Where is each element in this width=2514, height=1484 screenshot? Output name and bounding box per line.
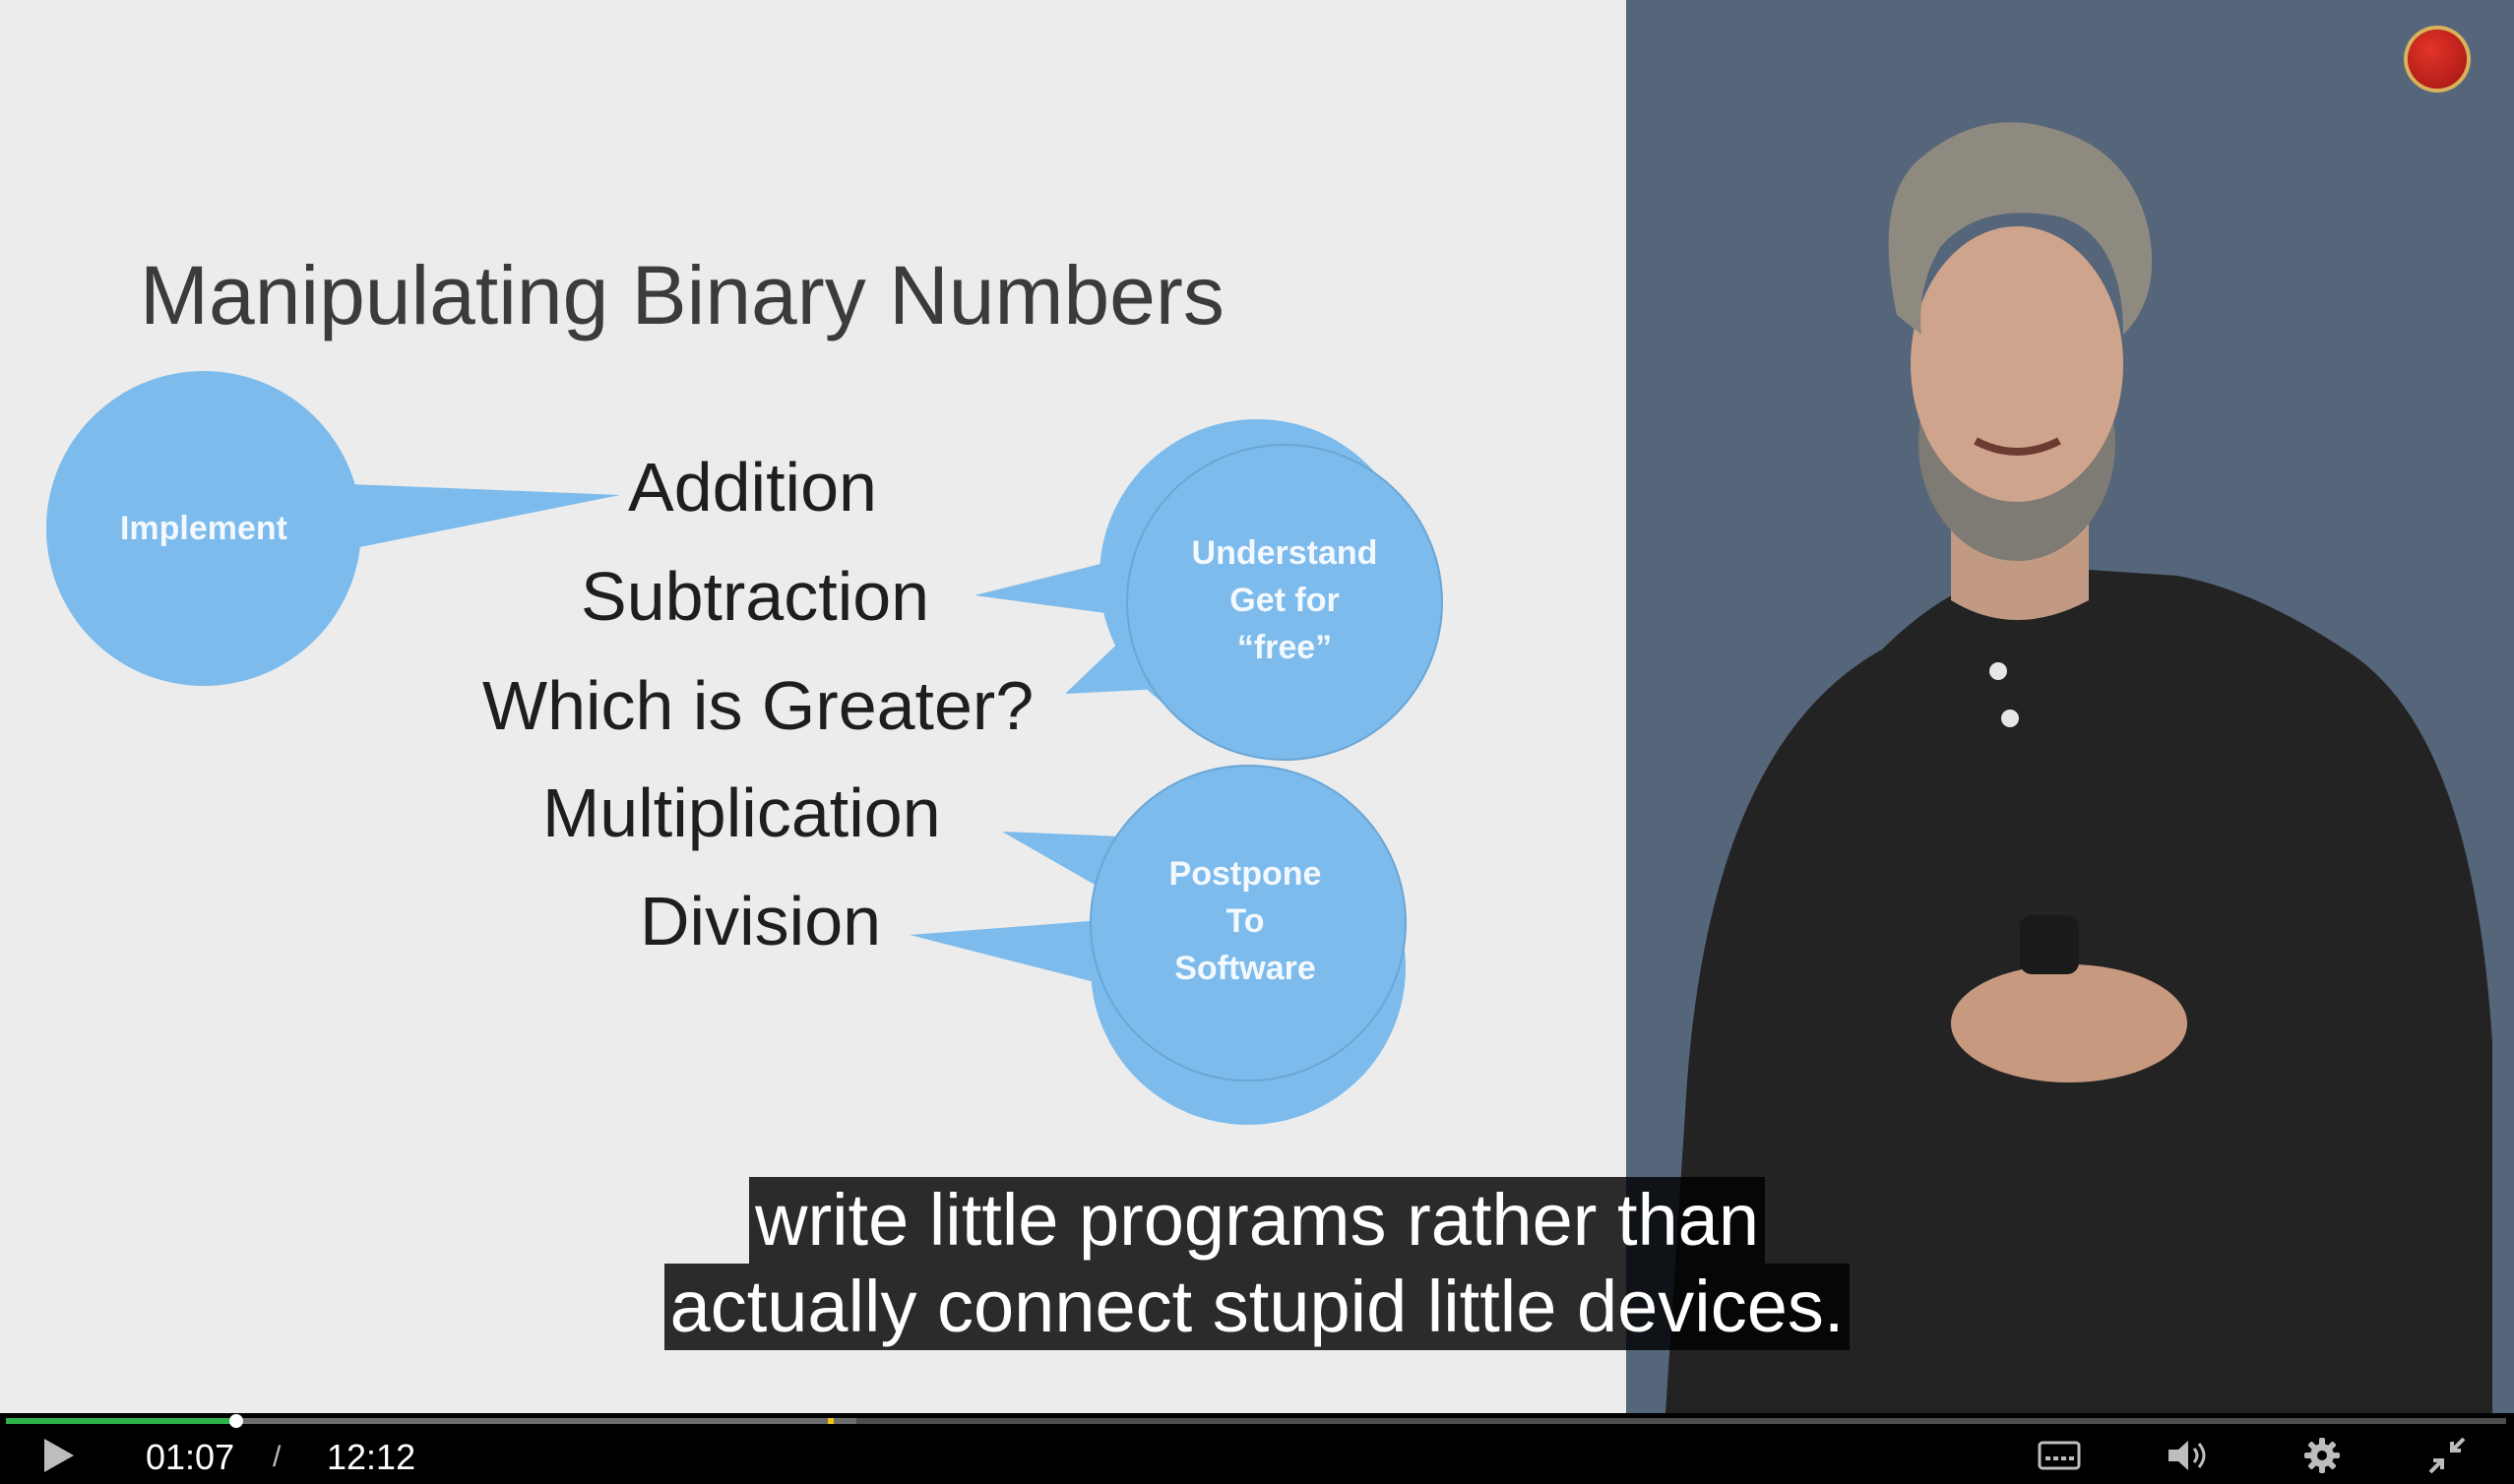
implement-bubble-tail: [349, 484, 620, 549]
operation-which-is-greater: Which is Greater?: [482, 667, 1035, 744]
postpone-label-line3: Software: [1174, 950, 1316, 987]
volume-icon: [2168, 1441, 2206, 1470]
slide-title: Manipulating Binary Numbers: [140, 249, 1225, 341]
play-button[interactable]: [30, 1433, 89, 1478]
captions-icon: [2038, 1441, 2081, 1470]
understand-label-line3: “free”: [1236, 629, 1333, 666]
duration: 12:12: [327, 1437, 416, 1477]
captions-button[interactable]: [2034, 1433, 2085, 1478]
operation-multiplication: Multiplication: [542, 774, 941, 851]
settings-icon: [2304, 1438, 2340, 1473]
understand-bubble-tail-top: [974, 556, 1142, 618]
channel-logo: [2408, 30, 2467, 89]
understand-bubble-label: Understand Get for “free”: [1127, 529, 1442, 671]
postpone-bubble-label: Postpone To Software: [1088, 850, 1403, 992]
time-separator: /: [273, 1441, 282, 1473]
play-icon: [44, 1439, 74, 1472]
volume-button[interactable]: [2164, 1433, 2215, 1478]
current-time: 01:07: [146, 1437, 235, 1477]
subtitle-line-1: write little programs rather than: [749, 1177, 1765, 1264]
progress-bar[interactable]: [6, 1414, 2506, 1428]
operation-addition: Addition: [628, 449, 877, 526]
postpone-label-line2: To: [1226, 902, 1265, 940]
player-controls: 01:07 / 12:12: [0, 1413, 2514, 1484]
progress-handle[interactable]: [228, 1414, 243, 1428]
understand-label-line1: Understand: [1191, 534, 1378, 572]
implement-bubble-label: Implement: [119, 510, 288, 547]
postpone-label-line1: Postpone: [1168, 855, 1322, 893]
postpone-bubble-tail-bottom: [910, 920, 1102, 984]
subtitles: write little programs rather than actual…: [0, 1177, 2514, 1350]
exit-fullscreen-icon: [2428, 1437, 2466, 1474]
operation-division: Division: [640, 883, 882, 959]
understand-label-line2: Get for: [1229, 582, 1340, 619]
video-frame[interactable]: Manipulating Binary Numbers Addition Sub…: [0, 0, 2514, 1413]
settings-button[interactable]: [2296, 1433, 2348, 1478]
subtitle-line-2: actually connect stupid little devices.: [663, 1264, 1851, 1350]
operation-subtraction: Subtraction: [581, 558, 930, 635]
progress-played: [6, 1418, 236, 1424]
chapter-marker[interactable]: [828, 1418, 834, 1424]
exit-fullscreen-button[interactable]: [2421, 1433, 2473, 1478]
